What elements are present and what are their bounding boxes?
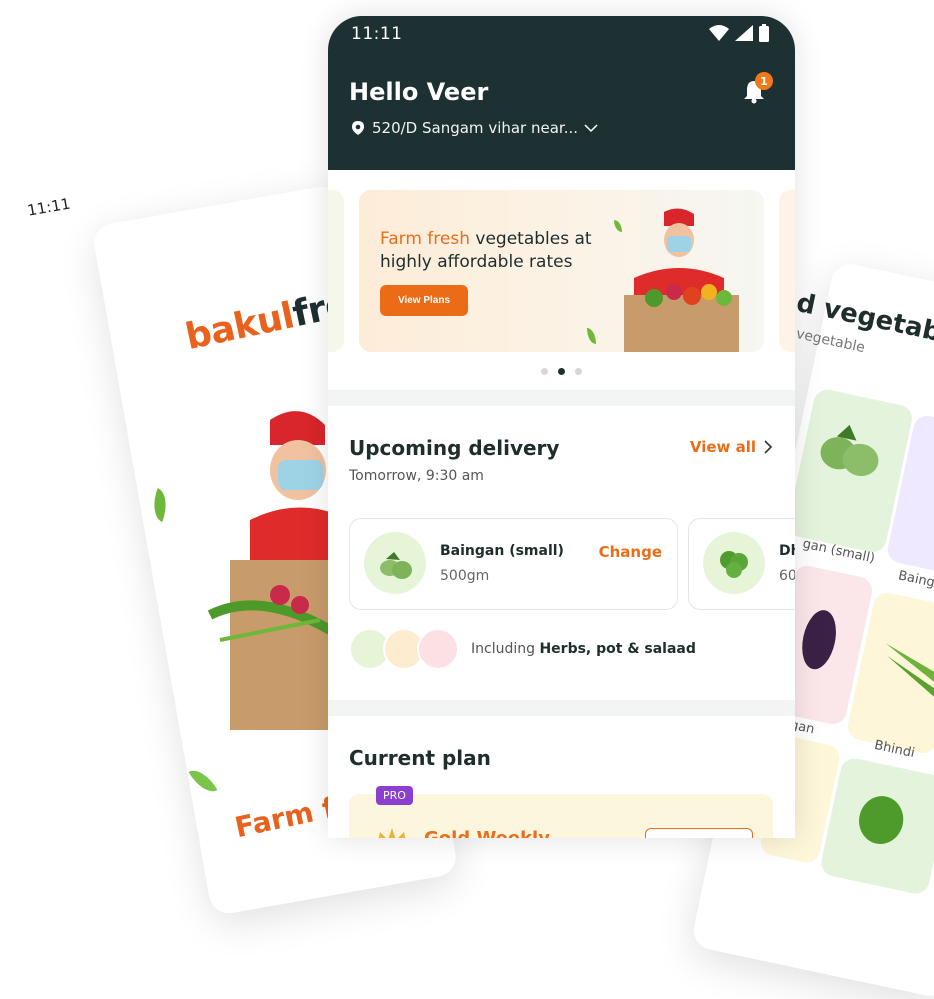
carousel-dot-active[interactable] [558, 368, 565, 375]
item-image [703, 532, 765, 594]
view-plans-button[interactable]: View Plans [380, 285, 468, 316]
notification-badge: 1 [755, 72, 773, 90]
banner-peek-next[interactable] [779, 190, 795, 352]
change-item-button[interactable]: Change [599, 543, 662, 561]
view-all-label: View all [689, 438, 756, 456]
view-all-link[interactable]: View all [690, 438, 773, 456]
status-bar-time: 11:11 [351, 24, 403, 44]
location-pin-icon [352, 121, 364, 135]
upcoming-delivery-section: Upcoming delivery Tomorrow, 9:30 am View… [328, 406, 795, 700]
battery-icon [759, 24, 769, 42]
delivery-item-card[interactable]: Baingan (small) 500gm Change [349, 518, 678, 610]
including-categories: Including Herbs, pot & salaad [349, 628, 696, 670]
item-name: Dh [779, 543, 795, 559]
delivery-person-banner-image [624, 208, 739, 352]
current-plan-section: Current plan PRO Gold Weekly [328, 716, 795, 838]
banner-peek-previous[interactable] [328, 190, 344, 352]
promo-banner[interactable]: Farm fresh vegetables at highly affordab… [359, 190, 764, 352]
promo-carousel[interactable]: Farm fresh vegetables at highly affordab… [328, 170, 795, 390]
eggplant-icon [380, 552, 412, 579]
app-header: 11:11 Hello Veer 1 520/D Sangam vihar ne… [328, 16, 795, 170]
banner-text: Farm fresh vegetables at highly affordab… [380, 228, 610, 274]
including-categories-bold: Herbs, pot & salaad [539, 641, 696, 657]
delivery-item-card[interactable]: Dh 60 [688, 518, 795, 610]
item-image [364, 532, 426, 594]
salad-avatar [417, 628, 459, 670]
section-title: Upcoming delivery [349, 436, 560, 460]
plan-name: Gold Weekly [424, 828, 550, 838]
banner-highlight: Farm fresh [380, 229, 470, 249]
item-quantity: 60 [779, 568, 795, 584]
phone-screen: 11:11 Hello Veer 1 520/D Sangam vihar ne… [328, 16, 795, 838]
carousel-dot[interactable] [541, 368, 548, 375]
including-text: Including Herbs, pot & salaad [471, 641, 696, 657]
chevron-right-icon [764, 440, 773, 454]
item-quantity: 500gm [440, 568, 490, 584]
signal-icon [735, 25, 753, 41]
chevron-down-icon [584, 124, 598, 133]
carousel-dots [328, 368, 795, 375]
carousel-dot[interactable] [575, 368, 582, 375]
item-name: Baingan (small) [440, 543, 564, 559]
delivery-time: Tomorrow, 9:30 am [349, 468, 484, 484]
location-text: 520/D Sangam vihar near... [372, 119, 579, 137]
coriander-icon [720, 551, 748, 578]
wifi-icon [709, 25, 729, 41]
background-time: 11:11 [26, 194, 72, 220]
leaf-decoration [587, 328, 596, 344]
plan-crown-icon [378, 828, 406, 838]
status-icons [709, 24, 769, 42]
plan-action-button[interactable] [645, 828, 753, 838]
location-selector[interactable]: 520/D Sangam vihar near... [350, 119, 598, 137]
pro-badge: PRO [376, 786, 413, 805]
capsicum-icon [859, 796, 904, 844]
section-title: Current plan [349, 746, 491, 770]
greeting-title: Hello Veer [349, 78, 489, 106]
including-prefix: Including [471, 641, 540, 657]
eggplant-icon [820, 424, 879, 477]
